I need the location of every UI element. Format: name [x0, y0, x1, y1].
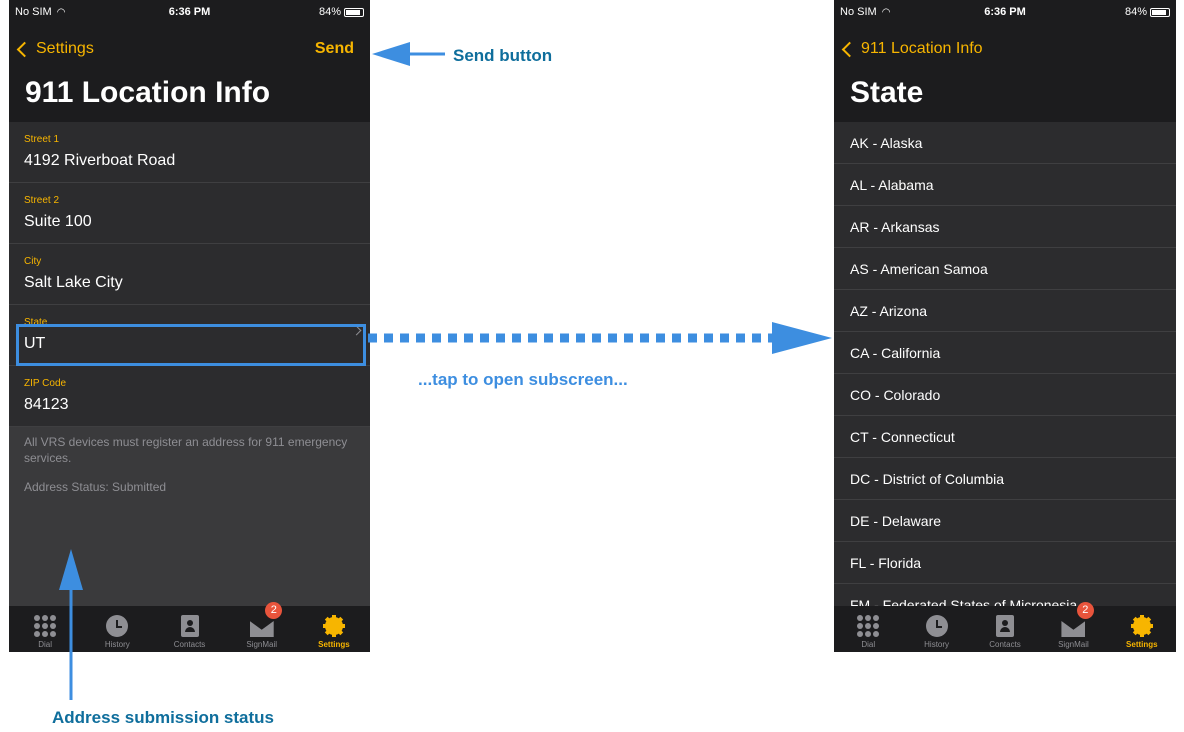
chevron-left-icon — [16, 41, 33, 57]
back-button[interactable]: Settings — [15, 40, 94, 58]
field-value: 4192 Riverboat Road — [24, 152, 176, 169]
state-option-fl[interactable]: FL - Florida — [834, 542, 1176, 584]
status-bar: No SIM ◠ 6:36 PM 84% — [9, 0, 370, 26]
battery-icon — [1150, 7, 1170, 17]
tab-contacts[interactable]: Contacts — [153, 606, 225, 652]
registration-notice: All VRS devices must register an address… — [24, 435, 348, 465]
tab-label: Settings — [1126, 640, 1158, 649]
send-button-callout: Send button — [453, 46, 553, 65]
subscreen-callout: ...tap to open subscreen... — [418, 370, 628, 389]
field-value: Suite 100 — [24, 213, 92, 230]
tab-dial[interactable]: Dial — [9, 606, 81, 652]
street2-field[interactable]: Street 2 Suite 100 — [9, 183, 370, 244]
state-option-de[interactable]: DE - Delaware — [834, 500, 1176, 542]
location-form: Street 1 4192 Riverboat Road Street 2 Su… — [9, 122, 370, 427]
dial-icon — [34, 615, 57, 637]
back-button[interactable]: 911 Location Info — [840, 40, 983, 58]
status-bar: No SIM ◠ 6:36 PM 84% — [834, 0, 1176, 26]
tab-history[interactable]: History — [81, 606, 153, 652]
tab-label: Contacts — [173, 640, 206, 649]
state-option-dc[interactable]: DC - District of Columbia — [834, 458, 1176, 500]
tab-label: SignMail — [246, 640, 278, 649]
status-callout: Address submission status — [52, 708, 275, 727]
field-value: Salt Lake City — [24, 274, 123, 291]
state-option-ca[interactable]: CA - California — [834, 332, 1176, 374]
tab-signmail[interactable]: 2 SignMail — [1039, 602, 1107, 652]
gear-icon — [1130, 615, 1153, 637]
page-title: State — [850, 76, 924, 109]
gear-icon — [322, 615, 345, 637]
field-label: City — [24, 256, 42, 267]
mail-icon — [249, 621, 274, 637]
battery-indicator: 84% — [319, 6, 364, 18]
tab-dial[interactable]: Dial — [834, 606, 902, 652]
tab-history[interactable]: History — [902, 606, 970, 652]
state-picker-screen: No SIM ◠ 6:36 PM 84% 911 Location Info S… — [834, 0, 1176, 652]
contacts-icon — [996, 615, 1015, 637]
back-button-label: Settings — [36, 40, 94, 57]
tab-label: History — [924, 640, 950, 649]
tab-contacts[interactable]: Contacts — [971, 606, 1039, 652]
clock-icon — [106, 615, 129, 637]
state-option-as[interactable]: AS - American Samoa — [834, 248, 1176, 290]
tab-label: Settings — [318, 640, 350, 649]
state-option-ar[interactable]: AR - Arkansas — [834, 206, 1176, 248]
tab-settings[interactable]: Settings — [298, 606, 370, 652]
state-field-highlight — [16, 324, 366, 366]
unread-badge: 2 — [265, 602, 283, 619]
address-status: Address Status: Submitted — [24, 480, 167, 494]
state-option-ct[interactable]: CT - Connecticut — [834, 416, 1176, 458]
tab-signmail[interactable]: 2 SignMail — [226, 602, 298, 652]
state-option-az[interactable]: AZ - Arizona — [834, 290, 1176, 332]
tab-bar: Dial History Contacts 2 SignMail Setting… — [834, 602, 1176, 652]
tab-label: Dial — [861, 640, 876, 649]
mail-icon — [1061, 621, 1086, 637]
tab-settings[interactable]: Settings — [1108, 606, 1176, 652]
contacts-icon — [180, 615, 199, 637]
state-option-fm[interactable]: FM - Federated States of Micronesia — [834, 584, 1176, 606]
state-option-ak[interactable]: AK - Alaska — [834, 122, 1176, 164]
street1-field[interactable]: Street 1 4192 Riverboat Road — [9, 122, 370, 183]
clock: 6:36 PM — [168, 6, 211, 18]
send-arrow-head — [372, 42, 410, 66]
city-field[interactable]: City Salt Lake City — [9, 244, 370, 305]
tab-label: History — [104, 640, 130, 649]
navigation-bar: Settings Send 911 Location Info — [9, 26, 370, 122]
state-list: AK - Alaska AL - Alabama AR - Arkansas A… — [834, 122, 1176, 606]
navigation-bar: 911 Location Info State — [834, 26, 1176, 122]
tab-label: SignMail — [1058, 640, 1089, 649]
tab-label: Dial — [38, 640, 52, 649]
field-label: Street 1 — [24, 134, 60, 145]
field-value: 84123 — [24, 396, 69, 413]
page-title: 911 Location Info — [25, 76, 271, 109]
dial-icon — [857, 615, 880, 637]
chevron-left-icon — [841, 41, 858, 57]
subscreen-arrow-head — [772, 322, 832, 354]
battery-icon — [344, 7, 364, 17]
battery-indicator: 84% — [1125, 6, 1170, 18]
field-label: Street 2 — [24, 195, 60, 206]
state-option-al[interactable]: AL - Alabama — [834, 164, 1176, 206]
unread-badge: 2 — [1076, 602, 1094, 619]
tab-bar: Dial History Contacts 2 SignMail Setting… — [9, 602, 370, 652]
send-button[interactable]: Send — [315, 40, 354, 58]
field-label: ZIP Code — [24, 378, 67, 389]
clock-icon — [925, 615, 948, 637]
state-option-co[interactable]: CO - Colorado — [834, 374, 1176, 416]
zip-field[interactable]: ZIP Code 84123 — [9, 366, 370, 427]
tab-label: Contacts — [989, 640, 1021, 649]
back-button-label: 911 Location Info — [861, 40, 983, 57]
